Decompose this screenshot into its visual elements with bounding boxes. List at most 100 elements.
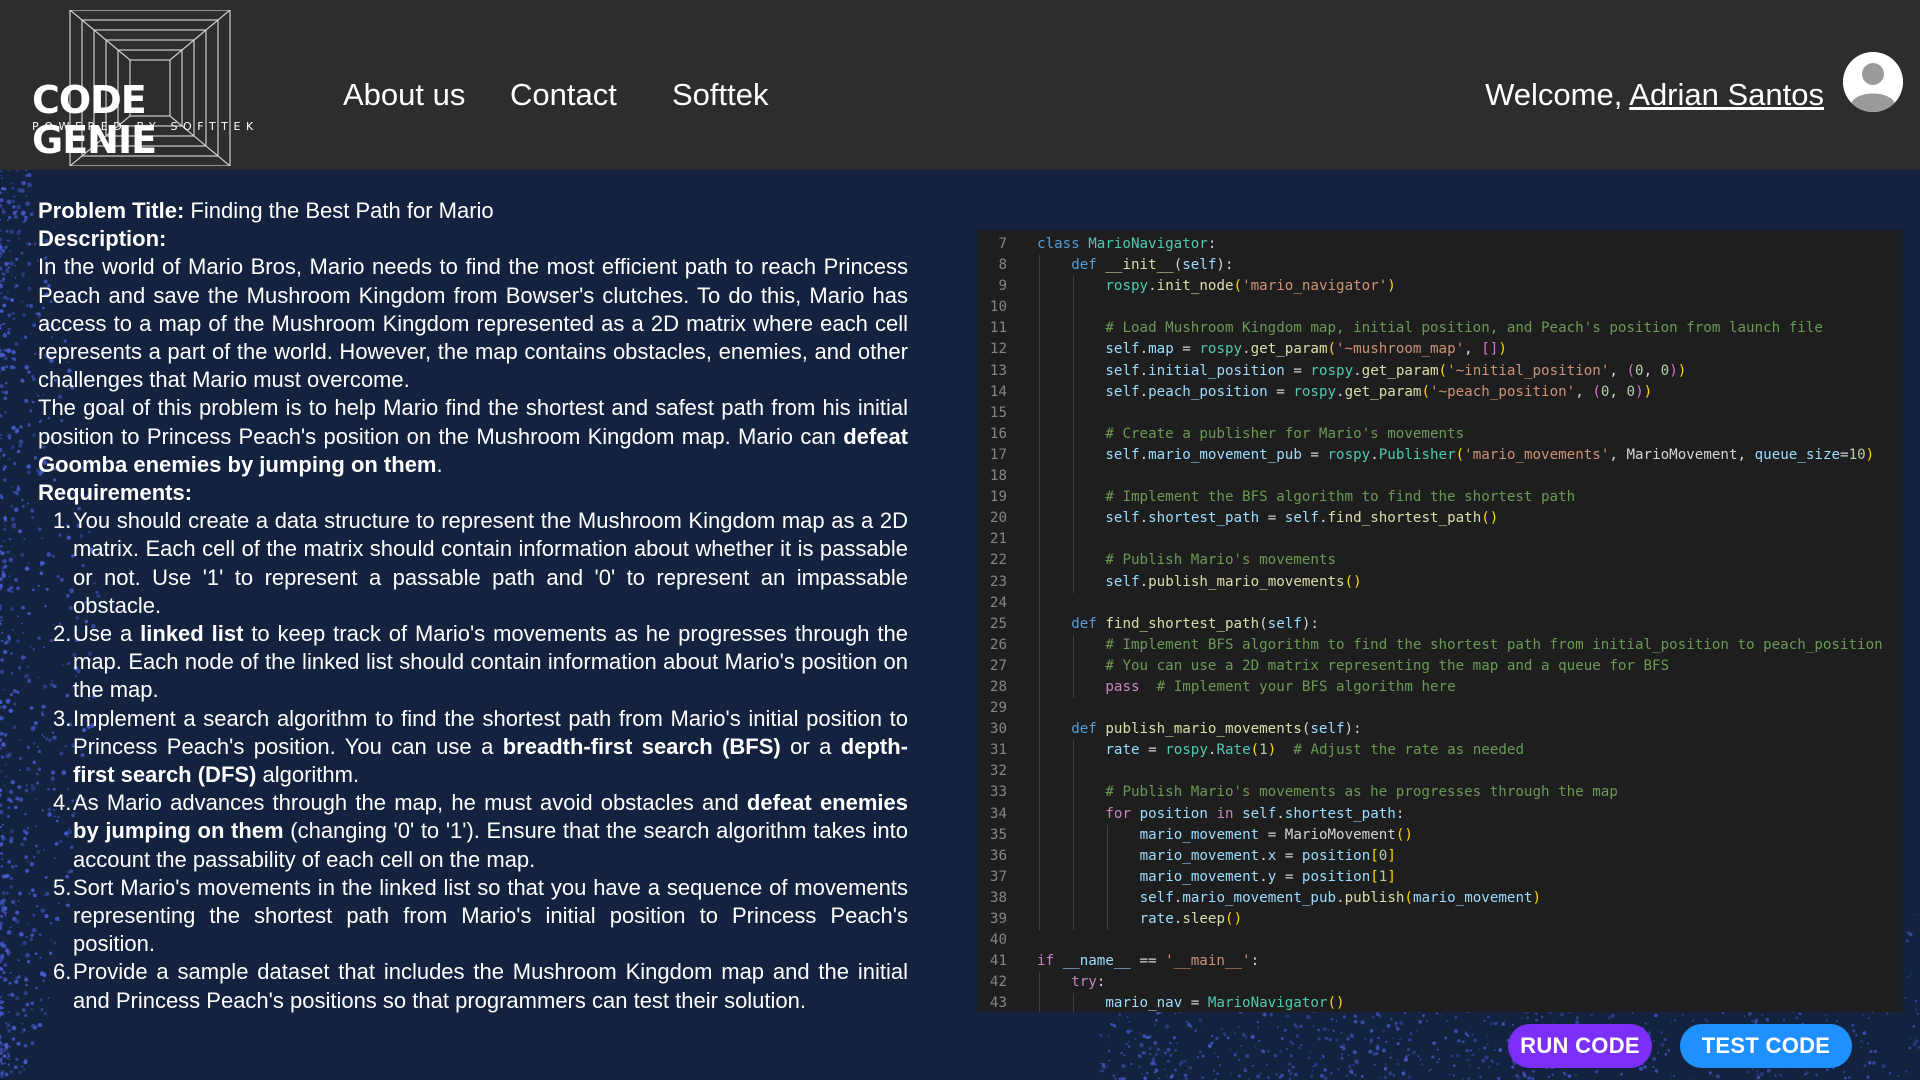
- indent-guide: [1039, 360, 1040, 382]
- background-dot: [1660, 1031, 1663, 1034]
- background-dot: [1233, 1053, 1237, 1057]
- background-dot: [0, 255, 2, 258]
- background-dot: [1184, 1060, 1187, 1063]
- code-token: init_node: [1156, 278, 1234, 295]
- code-token: [: [1370, 868, 1379, 885]
- background-dot: [1453, 1029, 1458, 1034]
- background-dot: [1108, 1035, 1110, 1038]
- code-token: =: [1301, 446, 1328, 463]
- background-dot: [25, 201, 30, 206]
- code-token: rate: [1105, 742, 1140, 759]
- background-dot: [6, 331, 11, 335]
- code-token: self: [1105, 510, 1140, 527]
- code-token: .: [1353, 362, 1362, 379]
- code-editor[interactable]: 7 class MarioNavigator: 8 def __init__(self…: [977, 230, 1903, 1012]
- background-dot: [1751, 1019, 1754, 1022]
- background-dot: [1283, 1028, 1287, 1032]
- background-dot: [29, 212, 34, 217]
- code-token: (: [1592, 383, 1601, 400]
- user-name-link[interactable]: Adrian Santos: [1629, 77, 1824, 112]
- background-dot: [1486, 1043, 1489, 1046]
- line-number: 17: [989, 446, 1007, 463]
- background-dot: [1254, 1045, 1257, 1048]
- indent-guide: [1039, 866, 1040, 888]
- user-avatar-icon[interactable]: [1843, 52, 1903, 112]
- background-dot: [23, 538, 26, 540]
- background-dot: [19, 668, 21, 671]
- background-dot: [1444, 1036, 1448, 1040]
- background-dot: [1559, 1012, 1564, 1017]
- code-token: .: [1370, 446, 1379, 463]
- background-dot: [14, 490, 19, 496]
- line-number: 28: [989, 678, 1007, 695]
- nav-contact[interactable]: Contact: [510, 76, 617, 114]
- background-dot: [1311, 1070, 1314, 1072]
- background-dot: [1863, 1064, 1867, 1068]
- background-dot: [1657, 1051, 1660, 1054]
- line-number: 37: [989, 868, 1007, 885]
- background-dot: [1704, 1018, 1707, 1021]
- code-token: (): [1481, 510, 1499, 527]
- background-dot: [1419, 1058, 1422, 1061]
- code-token: (): [1225, 911, 1243, 927]
- background-dot: [1689, 1077, 1691, 1080]
- background-dot: [29, 862, 35, 867]
- problem-statement: Problem Title: Finding the Best Path for…: [38, 197, 908, 1015]
- code-token: rospy: [1293, 383, 1337, 400]
- code-line: 16 # Create a publisher for Mario's movem…: [977, 423, 1903, 445]
- background-dot: [0, 921, 3, 926]
- background-dot: [1369, 1040, 1373, 1044]
- background-dot: [1100, 1062, 1103, 1065]
- code-token: .: [1318, 510, 1328, 527]
- line-number: 33: [989, 784, 1007, 801]
- code-line: 41 if __name__ == '__main__':: [977, 951, 1903, 972]
- background-dot: [1667, 1048, 1670, 1052]
- background-dot: [1185, 1020, 1189, 1024]
- requirement-item: 3. Implement a search algorithm to find t…: [38, 705, 908, 790]
- test-code-button[interactable]: TEST CODE: [1680, 1024, 1852, 1068]
- requirement-item: 2. Use a linked list to keep track of Mar…: [38, 620, 908, 705]
- line-number: 24: [989, 594, 1007, 611]
- background-dot: [14, 577, 18, 582]
- background-dot: [13, 461, 17, 466]
- background-dot: [7, 860, 12, 864]
- code-token: :: [1096, 974, 1106, 991]
- background-dot: [18, 443, 23, 448]
- background-dot: [1139, 1032, 1142, 1035]
- code-token: 0: [1660, 362, 1670, 379]
- background-dot: [2, 1000, 5, 1003]
- background-dot: [9, 885, 13, 889]
- background-dot: [0, 914, 4, 918]
- background-dot: [11, 672, 14, 675]
- background-dot: [1251, 1064, 1254, 1067]
- background-dot: [2, 971, 6, 975]
- line-number: 30: [989, 721, 1007, 738]
- background-dot: [1430, 1068, 1433, 1071]
- background-dot: [1881, 1061, 1883, 1063]
- background-dot: [16, 204, 22, 210]
- indent-guide: [1073, 318, 1075, 340]
- background-dot: [6, 1027, 8, 1029]
- background-dot: [1722, 1011, 1725, 1015]
- background-dot: [1553, 1021, 1555, 1023]
- background-dot: [27, 470, 31, 475]
- nav-about-us[interactable]: About us: [343, 76, 465, 114]
- code-token: .: [1276, 805, 1285, 822]
- background-dot: [27, 423, 31, 427]
- run-code-button[interactable]: RUN CODE: [1508, 1024, 1652, 1068]
- background-dot: [1825, 1019, 1829, 1023]
- background-dot: [1454, 1015, 1458, 1020]
- background-dot: [15, 919, 20, 924]
- nav-softtek[interactable]: Softtek: [672, 76, 769, 114]
- background-dot: [1672, 1075, 1675, 1077]
- background-dot: [26, 766, 31, 772]
- background-dot: [18, 797, 24, 802]
- background-dot: [1836, 1020, 1838, 1023]
- indent-guide: [1073, 909, 1075, 931]
- background-dot: [25, 936, 28, 938]
- code-token: (): [1395, 826, 1413, 843]
- background-dot: [1373, 1064, 1376, 1066]
- background-dot: [0, 437, 2, 440]
- background-dot: [0, 925, 3, 931]
- code-token: (: [1327, 341, 1337, 358]
